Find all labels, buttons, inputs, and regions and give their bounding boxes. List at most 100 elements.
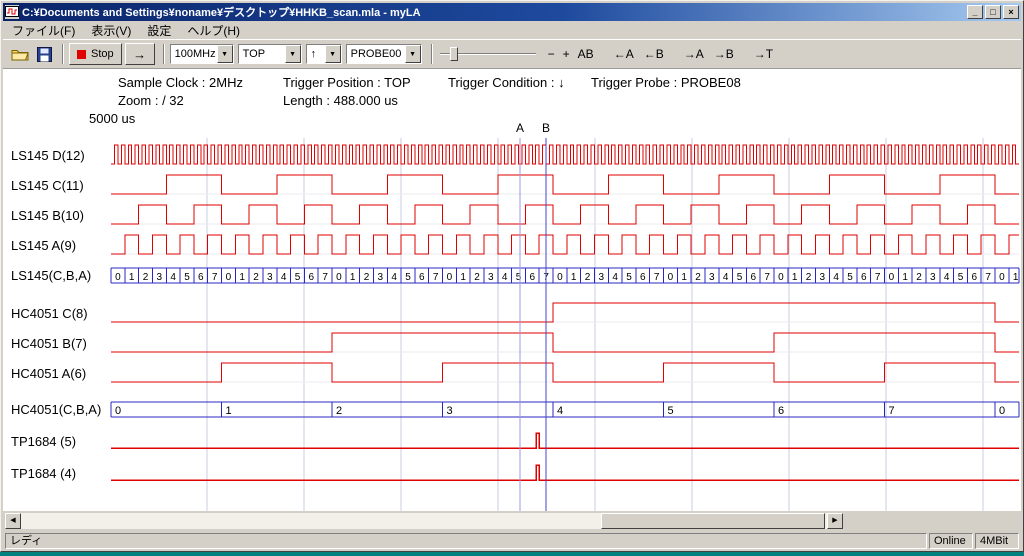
svg-text:1: 1 [460,272,466,283]
svg-text:7: 7 [322,272,328,283]
chevron-down-icon[interactable]: ▼ [217,45,233,63]
channel-label: LS145(C,B,A) [11,268,91,283]
menu-help[interactable]: ヘルプ(H) [179,20,248,41]
chevron-down-icon[interactable]: ▼ [325,45,341,63]
svg-text:6: 6 [309,272,315,283]
chevron-down-icon[interactable]: ▼ [285,45,301,63]
svg-text:2: 2 [143,272,149,283]
channel-label: HC4051 C(8) [11,306,88,321]
cursor-b-label[interactable]: B [540,121,552,135]
app-icon [5,5,19,19]
sample-clock-select[interactable]: 100MHz ▼ [170,44,234,64]
waveform-panel: Sample Clock : 2MHz Trigger Position : T… [3,68,1021,511]
open-folder-icon [11,47,29,61]
stop-button[interactable]: Stop [69,43,122,65]
trigger-probe-select[interactable]: PROBE00 ▼ [346,44,422,64]
svg-text:7: 7 [764,272,770,283]
svg-text:3: 3 [930,272,936,283]
svg-text:2: 2 [474,272,480,283]
window-title: C:¥Documents and Settings¥noname¥デスクトップ¥… [22,4,965,20]
channel-label: LS145 C(11) [11,178,84,193]
channel-label: TP1684 (4) [11,466,76,481]
svg-text:7: 7 [212,272,218,283]
open-file-button[interactable] [7,43,32,66]
trigger-condition-info: Trigger Condition : ↓ [448,75,565,90]
scroll-right-button[interactable]: ▶ [827,513,843,529]
svg-text:1: 1 [350,272,356,283]
channel-label: LS145 D(12) [11,148,85,163]
close-button[interactable]: × [1003,5,1019,19]
zoom-in-button[interactable]: + [559,45,574,63]
channel-label: LS145 B(10) [11,208,84,223]
save-button[interactable] [32,43,57,66]
goto-cursor-a-button[interactable]: ←A [610,45,638,63]
app-window: C:¥Documents and Settings¥noname¥デスクトップ¥… [0,0,1024,552]
svg-text:4: 4 [391,272,397,283]
scrollbar-row: ◀ ▶ [3,511,1021,531]
zoom-out-button[interactable]: − [544,45,559,63]
svg-text:0: 0 [778,272,784,283]
zoom-slider[interactable] [440,44,536,64]
status-online: Online [929,533,973,549]
goto-trigger-button[interactable]: →T [750,45,777,63]
time-per-div-label: 5000 us [89,111,135,126]
svg-text:6: 6 [198,272,204,283]
channel-label: HC4051 B(7) [11,336,87,351]
svg-text:5: 5 [184,272,190,283]
forward-cursor-b-button[interactable]: →B [710,45,738,63]
status-memory: 4MBit [975,533,1019,549]
scroll-left-button[interactable]: ◀ [5,513,21,529]
channel-label: HC4051 A(6) [11,366,86,381]
svg-text:0: 0 [889,272,895,283]
svg-text:2: 2 [336,405,342,417]
svg-text:3: 3 [599,272,605,283]
run-button[interactable]: → [125,43,155,65]
menu-file[interactable]: ファイル(F) [4,20,83,41]
svg-text:7: 7 [433,272,439,283]
svg-text:0: 0 [557,272,563,283]
svg-text:1: 1 [681,272,687,283]
menu-view[interactable]: 表示(V) [83,20,139,41]
svg-text:4: 4 [281,272,287,283]
zoom-ab-button[interactable]: AB [574,45,598,63]
svg-text:5: 5 [626,272,632,283]
cursor-a-label[interactable]: A [514,121,526,135]
menu-settings[interactable]: 設定 [139,20,179,41]
trigger-position-info: Trigger Position : TOP [283,75,411,90]
toolbar-separator [62,44,64,64]
svg-text:0: 0 [115,405,121,417]
maximize-button[interactable]: □ [985,5,1001,19]
svg-text:0: 0 [668,272,674,283]
zoom-slider-thumb[interactable] [450,47,458,61]
svg-text:3: 3 [447,405,453,417]
svg-text:3: 3 [709,272,715,283]
svg-text:3: 3 [267,272,273,283]
minimize-button[interactable]: _ [967,5,983,19]
status-ready: レディ [5,533,927,549]
svg-text:0: 0 [336,272,342,283]
menu-bar: ファイル(F) 表示(V) 設定 ヘルプ(H) [3,21,1021,40]
svg-text:6: 6 [530,272,536,283]
svg-text:7: 7 [875,272,881,283]
length-info: Length : 488.000 us [283,93,398,108]
svg-text:4: 4 [723,272,729,283]
goto-cursor-b-button[interactable]: ←B [640,45,668,63]
svg-text:1: 1 [792,272,798,283]
waveform-canvas[interactable]: 0123456701234567012345670123456701234567… [3,133,1021,511]
svg-text:5: 5 [958,272,964,283]
trigger-position-select[interactable]: TOP ▼ [238,44,302,64]
svg-text:7: 7 [985,272,991,283]
chevron-down-icon[interactable]: ▼ [405,45,421,63]
svg-text:4: 4 [502,272,508,283]
svg-text:2: 2 [916,272,922,283]
svg-text:6: 6 [640,272,646,283]
svg-text:3: 3 [157,272,163,283]
trigger-edge-select[interactable]: ↑ ▼ [306,44,342,64]
scrollbar-thumb[interactable] [601,513,825,529]
trigger-probe-info: Trigger Probe : PROBE08 [591,75,741,90]
title-bar: C:¥Documents and Settings¥noname¥デスクトップ¥… [3,3,1021,21]
horizontal-scrollbar[interactable]: ◀ ▶ [5,513,843,529]
forward-cursor-a-button[interactable]: →A [680,45,708,63]
sample-clock-info: Sample Clock : 2MHz [118,75,243,90]
svg-text:4: 4 [170,272,176,283]
